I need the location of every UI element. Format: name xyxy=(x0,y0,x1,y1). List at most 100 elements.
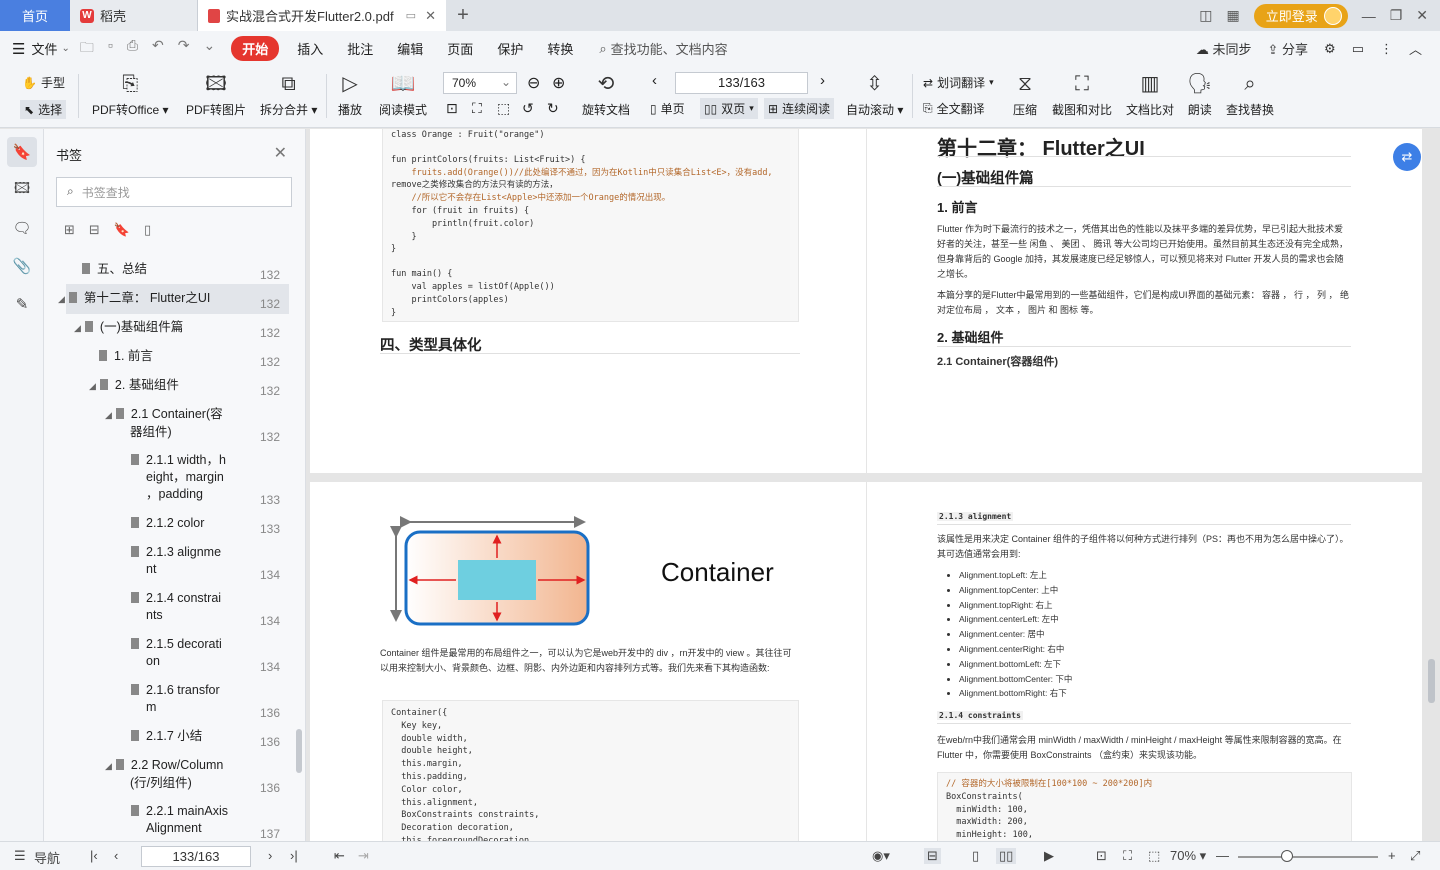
zoom-out-icon[interactable]: ⊖ xyxy=(527,73,540,93)
sync-status[interactable]: ☁ 未同步 xyxy=(1196,39,1252,58)
continuous-view-icon[interactable]: ⊟ xyxy=(924,848,941,864)
bookmark-item[interactable]: 2.1.4 constrai nts xyxy=(131,590,221,624)
fit-width-icon[interactable]: ⬚ xyxy=(1148,848,1160,864)
prev-page-icon[interactable]: ‹ xyxy=(652,72,657,89)
menu-page[interactable]: 页面 xyxy=(435,39,485,58)
bookmark-item[interactable]: ◢ (一)基础组件篇 xyxy=(74,319,183,337)
bookmark-item[interactable]: ◢ 2. 基础组件 xyxy=(89,377,179,395)
double-page-button[interactable]: ▯▯ 双页 ▾ xyxy=(700,98,758,119)
document-view[interactable]: class Orange : Fruit("orange") fun printC… xyxy=(306,129,1440,841)
rotate-document-button[interactable]: ⟲ 旋转文档 xyxy=(582,72,630,118)
split-merge-button[interactable]: ⧉ 拆分合并 ▾ xyxy=(260,72,317,118)
bookmark-item[interactable]: 2.1.2 color xyxy=(131,515,204,532)
expand-triangle-icon[interactable]: ◢ xyxy=(58,291,65,308)
tab-active-document[interactable]: 实战混合式开发Flutter2.0.pdf ▭ ✕ xyxy=(198,0,446,31)
menu-insert[interactable]: 插入 xyxy=(285,39,335,58)
actual-size-icon[interactable]: ⊡ xyxy=(446,100,458,117)
ribbon-page-input[interactable]: 133/163 xyxy=(675,72,808,94)
read-mode-button[interactable]: 📖 阅读模式 xyxy=(379,72,427,118)
pdf-to-office-button[interactable]: ⎘ PDF转Office ▾ xyxy=(92,72,169,118)
more-icon[interactable]: ⋮ xyxy=(1380,41,1393,57)
doc-compare-button[interactable]: ▥ 文档比对 xyxy=(1126,72,1174,118)
bookmark-item[interactable]: 五、总结 xyxy=(82,261,147,278)
bookmark-item[interactable]: 1. 前言 xyxy=(99,348,153,365)
delete-bookmark-icon[interactable]: ▯ xyxy=(144,222,151,238)
expand-triangle-icon[interactable]: ◢ xyxy=(105,758,112,775)
thumbnail-panel-icon[interactable]: 🖾 xyxy=(7,175,37,205)
minimize-icon[interactable]: — xyxy=(1362,8,1376,24)
open-folder-icon[interactable]: 🗀 xyxy=(80,37,94,61)
read-aloud-button[interactable]: 🗣 朗读 xyxy=(1187,72,1212,118)
redo-icon[interactable]: ↷ xyxy=(178,37,190,61)
add-bookmark-icon[interactable]: 🔖 xyxy=(114,222,130,238)
word-translate-button[interactable]: ⇄ 划词翻译 ▾ xyxy=(923,74,994,91)
zoom-select[interactable]: 70% ▾ xyxy=(1170,848,1206,864)
collapse-ribbon-icon[interactable]: ︿ xyxy=(1409,39,1422,58)
pdf-to-image-button[interactable]: 🖾 PDF转图片 xyxy=(186,72,246,118)
bookmark-search-input[interactable]: ⌕ 书签查找 xyxy=(56,177,292,207)
bookmark-item[interactable]: ◢ 2.2 Row/Column (行/列组件) xyxy=(105,757,223,792)
menu-annotate[interactable]: 批注 xyxy=(335,39,385,58)
continuous-read-button[interactable]: ⊞ 连续阅读 xyxy=(764,98,835,119)
undo-icon[interactable]: ↶ xyxy=(152,37,164,61)
close-icon[interactable]: ✕ xyxy=(274,143,287,163)
single-page-button[interactable]: ▯ 单页 xyxy=(650,100,685,117)
rotate-right-icon[interactable]: ↻ xyxy=(547,100,559,117)
save-icon[interactable]: ▫ xyxy=(108,37,113,61)
expand-triangle-icon[interactable]: ◢ xyxy=(89,378,96,395)
bookmark-item[interactable]: 2.1.6 transfor m xyxy=(131,682,220,716)
comment-icon[interactable]: ▭ xyxy=(1352,41,1364,57)
expand-triangle-icon[interactable]: ◢ xyxy=(105,407,112,424)
menu-protect[interactable]: 保护 xyxy=(485,39,535,58)
menu-start[interactable]: 开始 xyxy=(231,36,280,61)
nav-panel-icon[interactable]: ☰ xyxy=(14,848,26,864)
next-page-icon[interactable]: › xyxy=(268,848,272,863)
menu-convert[interactable]: 转换 xyxy=(535,39,585,58)
single-view-icon[interactable]: ▯ xyxy=(972,848,979,864)
expand-triangle-icon[interactable]: ◢ xyxy=(74,320,81,337)
document-scrollbar[interactable] xyxy=(1428,659,1435,703)
restore-icon[interactable]: ❐ xyxy=(1390,7,1403,24)
zoom-slider-knob[interactable] xyxy=(1281,850,1293,862)
tab-daoke[interactable]: W 稻壳 xyxy=(70,0,198,31)
rotate-left-icon[interactable]: ↺ xyxy=(522,100,534,117)
zoom-in-icon[interactable]: ⊕ xyxy=(552,73,565,93)
bookmark-item[interactable]: ◢ 2.1 Container(容 器组件) xyxy=(105,406,223,441)
hand-tool-button[interactable]: ✋ 手型 xyxy=(22,74,65,91)
bookmark-panel-icon[interactable]: 🔖 xyxy=(7,137,37,167)
forward-icon[interactable]: ⇥ xyxy=(358,848,369,864)
collapse-all-icon[interactable]: ⊟ xyxy=(89,222,100,238)
signature-panel-icon[interactable]: ✎ xyxy=(7,289,37,319)
app-grid-icon[interactable]: ▦ xyxy=(1226,7,1239,24)
settings-icon[interactable]: ⚙ xyxy=(1324,41,1336,57)
play-button[interactable]: ▷ 播放 xyxy=(338,72,362,118)
menu-edit[interactable]: 编辑 xyxy=(385,39,435,58)
chevron-down-icon[interactable]: ⌄ xyxy=(61,43,69,54)
zoom-select[interactable]: 70% ⌄ xyxy=(443,72,517,94)
select-tool-button[interactable]: ⬉ 选择 xyxy=(20,100,67,119)
zoom-in-icon[interactable]: + xyxy=(1388,848,1396,863)
menu-file[interactable]: 文件 xyxy=(31,39,57,58)
auto-scroll-button[interactable]: ⇳ 自动滚动 ▾ xyxy=(846,72,903,118)
zoom-slider[interactable] xyxy=(1238,856,1378,858)
fit-page-icon[interactable]: ⛶ xyxy=(472,100,482,117)
double-view-icon[interactable]: ▯▯ xyxy=(996,848,1017,864)
command-search[interactable]: ⌕ 查找功能、文档内容 xyxy=(599,39,727,58)
more-chevron-icon[interactable]: ⌄ xyxy=(204,37,216,61)
bookmark-item[interactable]: 2.1.1 width，h eight，margin ，padding xyxy=(131,452,226,503)
bookmark-item[interactable]: 2.1.3 alignme nt xyxy=(131,544,221,578)
prev-page-icon[interactable]: ‹ xyxy=(114,848,118,863)
compress-button[interactable]: ⧖ 压缩 xyxy=(1013,72,1037,118)
find-replace-button[interactable]: ⌕ 查找替换 xyxy=(1226,72,1274,118)
bookmark-scrollbar[interactable] xyxy=(296,729,302,773)
bookmark-item[interactable]: 2.2.1 mainAxis Alignment xyxy=(131,803,228,837)
new-tab-button[interactable]: + xyxy=(446,0,480,31)
login-button[interactable]: 立即登录 xyxy=(1253,3,1348,28)
bookmark-item[interactable]: ◢ 第十二章： Flutter之UI xyxy=(58,290,210,308)
status-page-input[interactable]: 133/163 xyxy=(141,846,251,867)
fullscreen-icon[interactable]: ⤢ xyxy=(1410,848,1420,864)
last-page-icon[interactable]: ›| xyxy=(290,848,298,863)
fit-page-icon[interactable]: ⛶ xyxy=(1123,848,1132,864)
attachment-panel-icon[interactable]: 📎 xyxy=(7,251,37,281)
fit-width-icon[interactable]: ⬚ xyxy=(497,100,510,117)
